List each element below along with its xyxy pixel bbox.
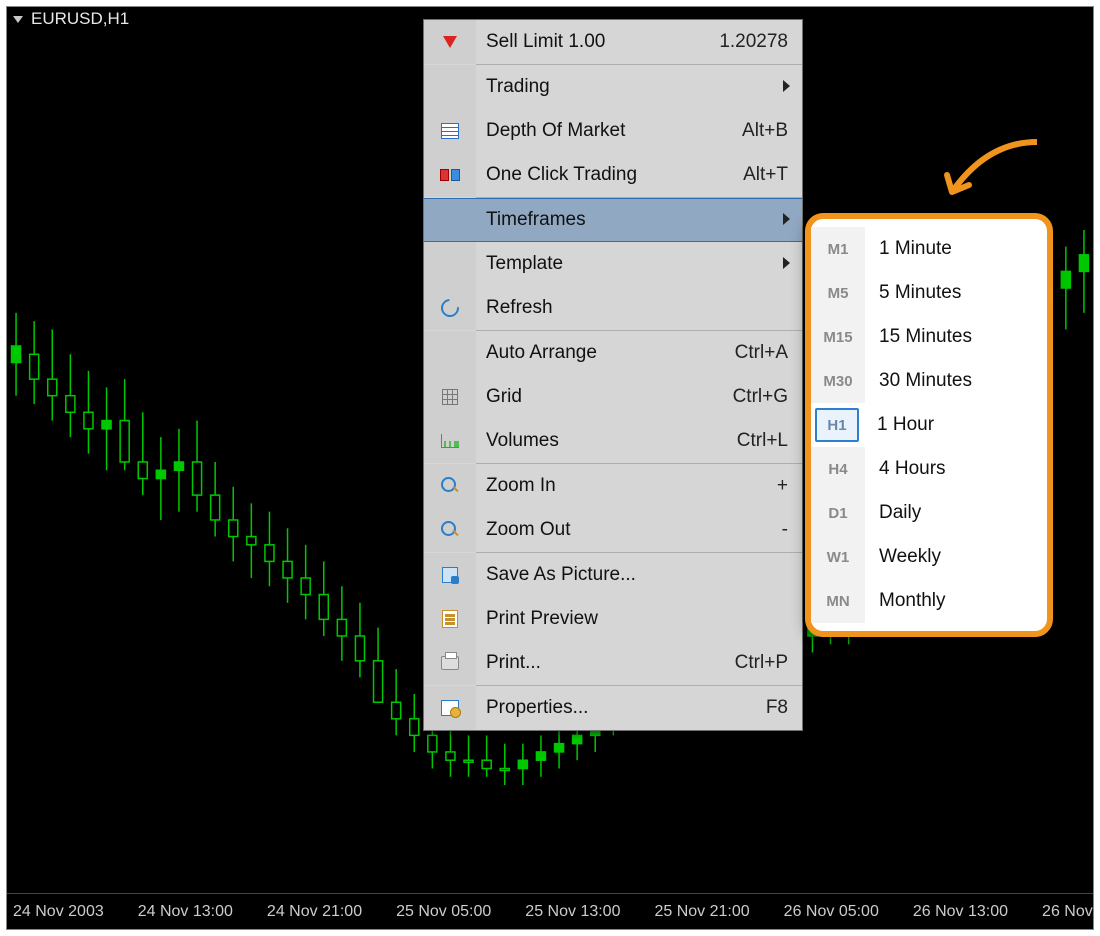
timeframe-code: H1 — [815, 408, 859, 442]
timeframes-submenu: M11 MinuteM55 MinutesM1515 MinutesM3030 … — [805, 213, 1053, 637]
timeframe-option-mn[interactable]: MNMonthly — [811, 579, 1047, 623]
submenu-arrow-icon — [783, 76, 802, 98]
time-axis: 24 Nov 2003 24 Nov 13:00 24 Nov 21:00 25 No… — [7, 893, 1093, 929]
submenu-arrow-icon — [783, 209, 802, 231]
time-axis-tick: 25 Nov 21:00 — [654, 903, 749, 921]
volumes-icon — [441, 434, 459, 448]
properties-icon — [441, 700, 459, 716]
timeframe-label: Daily — [865, 502, 921, 524]
timeframe-label: 1 Hour — [863, 414, 934, 436]
timeframe-label: 1 Minute — [865, 238, 952, 260]
timeframe-label: 5 Minutes — [865, 282, 961, 304]
time-axis-tick: 24 Nov 21:00 — [267, 903, 362, 921]
menu-one-click-trading[interactable]: One Click Trading Alt+T — [424, 153, 802, 197]
timeframe-option-h1[interactable]: H11 Hour — [811, 403, 1047, 447]
refresh-icon — [437, 295, 462, 320]
menu-print-preview[interactable]: Print Preview — [424, 597, 802, 641]
menu-print[interactable]: Print... Ctrl+P — [424, 641, 802, 685]
timeframe-code: M5 — [811, 271, 865, 315]
depth-of-market-icon — [441, 123, 459, 139]
menu-sell-limit[interactable]: Sell Limit 1.00 1.20278 — [424, 20, 802, 64]
zoom-in-icon — [441, 477, 459, 495]
timeframe-label: 30 Minutes — [865, 370, 972, 392]
submenu-arrow-icon — [783, 253, 802, 275]
menu-template[interactable]: Template — [424, 242, 802, 286]
timeframe-option-d1[interactable]: D1Daily — [811, 491, 1047, 535]
time-axis-tick: 26 Nov 13:00 — [913, 903, 1008, 921]
timeframe-code: MN — [811, 579, 865, 623]
menu-save-as-picture[interactable]: Save As Picture... — [424, 553, 802, 597]
timeframe-code: H4 — [811, 447, 865, 491]
timeframe-option-m15[interactable]: M1515 Minutes — [811, 315, 1047, 359]
menu-trading[interactable]: Trading — [424, 65, 802, 109]
timeframe-option-h4[interactable]: H44 Hours — [811, 447, 1047, 491]
zoom-out-icon — [441, 521, 459, 539]
print-icon — [441, 656, 459, 670]
timeframe-label: Weekly — [865, 546, 941, 568]
timeframe-option-m5[interactable]: M55 Minutes — [811, 271, 1047, 315]
grid-icon — [442, 389, 458, 405]
menu-zoom-out[interactable]: Zoom Out - — [424, 508, 802, 552]
timeframe-code: M15 — [811, 315, 865, 359]
time-axis-tick: 24 Nov 2003 — [13, 903, 104, 921]
chart-window[interactable]: EURUSD,H1 24 Nov 200324 Nov 13:0024 Nov … — [6, 6, 1094, 930]
timeframe-code: W1 — [811, 535, 865, 579]
menu-timeframes[interactable]: Timeframes — [424, 198, 802, 242]
timeframe-label: 15 Minutes — [865, 326, 972, 348]
timeframe-option-m1[interactable]: M11 Minute — [811, 227, 1047, 271]
sell-arrow-icon — [443, 36, 457, 48]
time-axis-tick: 24 Nov 13:00 — [138, 903, 233, 921]
chart-context-menu: Sell Limit 1.00 1.20278 Trading Depth Of… — [423, 19, 803, 731]
timeframe-option-w1[interactable]: W1Weekly — [811, 535, 1047, 579]
time-axis-tick: 25 Nov 13:00 — [525, 903, 620, 921]
timeframe-label: Monthly — [865, 590, 946, 612]
time-axis-tick: 26 Nov — [1042, 903, 1093, 921]
time-axis-tick: 25 Nov 05:00 — [396, 903, 491, 921]
menu-properties[interactable]: Properties... F8 — [424, 686, 802, 730]
menu-refresh[interactable]: Refresh — [424, 286, 802, 330]
menu-depth-of-market[interactable]: Depth Of Market Alt+B — [424, 109, 802, 153]
one-click-trading-icon — [440, 169, 460, 181]
timeframe-label: 4 Hours — [865, 458, 946, 480]
timeframe-option-m30[interactable]: M3030 Minutes — [811, 359, 1047, 403]
print-preview-icon — [442, 610, 458, 628]
timeframe-code: M1 — [811, 227, 865, 271]
menu-zoom-in[interactable]: Zoom In + — [424, 464, 802, 508]
timeframe-code: D1 — [811, 491, 865, 535]
menu-grid[interactable]: Grid Ctrl+G — [424, 375, 802, 419]
time-axis-tick: 26 Nov 05:00 — [784, 903, 879, 921]
timeframe-code: M30 — [811, 359, 865, 403]
save-picture-icon — [442, 567, 458, 583]
menu-auto-arrange[interactable]: Auto Arrange Ctrl+A — [424, 331, 802, 375]
menu-volumes[interactable]: Volumes Ctrl+L — [424, 419, 802, 463]
